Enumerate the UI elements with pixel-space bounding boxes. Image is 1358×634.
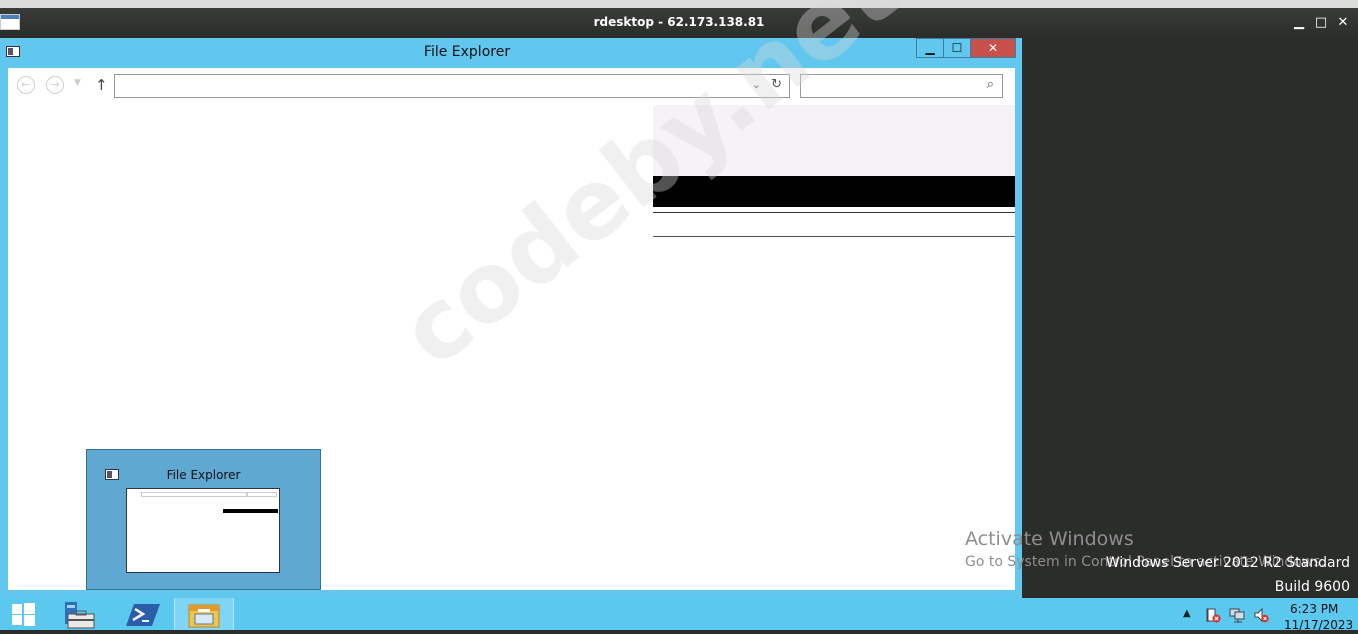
- show-hidden-icons-button[interactable]: ▲: [1183, 608, 1191, 619]
- activation-title: Activate Windows: [965, 528, 1134, 550]
- maximize-button[interactable]: ☐: [943, 38, 971, 58]
- powershell-icon: [126, 604, 160, 626]
- preview-pane-divider: [653, 236, 1015, 237]
- thumbnail-title: File Explorer: [166, 468, 241, 482]
- back-arrow-icon[interactable]: ←: [17, 76, 35, 94]
- preview-pane-divider: [653, 212, 1015, 213]
- remote-desktop-background: [1022, 38, 1358, 598]
- explorer-window-title: File Explorer: [423, 44, 511, 60]
- file-explorer-taskbar-button[interactable]: [174, 598, 234, 630]
- server-manager-icon: [65, 602, 95, 629]
- chevron-down-icon[interactable]: ⌄: [752, 78, 761, 91]
- search-icon[interactable]: ⌕: [987, 77, 994, 92]
- host-menubar: [0, 0, 1358, 8]
- powershell-button[interactable]: [120, 598, 166, 630]
- remote-desktop: File Explorer ▁ ☐ ✕ ← → ▼ ↑ ⌄ ↻ ⌕ File E…: [0, 38, 1022, 598]
- server-manager-button[interactable]: [58, 598, 104, 630]
- close-button[interactable]: ✕: [970, 38, 1016, 58]
- preview-pane-header: [653, 105, 1015, 176]
- refresh-icon[interactable]: ↻: [771, 77, 782, 92]
- address-bar[interactable]: ⌄ ↻: [114, 74, 790, 98]
- rdp-titlebar: rdesktop - 62.173.138.81 ▁ □ ✕: [0, 8, 1358, 38]
- network-icon[interactable]: [1229, 607, 1247, 623]
- action-center-icon[interactable]: [1205, 607, 1221, 623]
- start-button[interactable]: [0, 598, 50, 630]
- file-explorer-window: File Explorer ▁ ☐ ✕ ← → ▼ ↑ ⌄ ↻ ⌕ File E…: [0, 38, 1022, 598]
- thumbnail-preview: [126, 488, 280, 573]
- explorer-titlebar[interactable]: File Explorer ▁ ☐ ✕: [0, 38, 1022, 68]
- thumbnail-address-bar: [141, 492, 247, 497]
- volume-icon[interactable]: [1253, 607, 1269, 623]
- rdp-window-title: rdesktop - 62.173.138.81: [593, 15, 765, 29]
- thumbnail-preview-bar: [223, 509, 278, 513]
- minimize-button[interactable]: ▁: [916, 38, 944, 58]
- rdp-maximize-button[interactable]: □: [1312, 15, 1330, 31]
- thumbnail-search-box: [247, 492, 277, 497]
- navigation-bar: ← → ▼ ↑ ⌄ ↻ ⌕: [8, 68, 1015, 104]
- forward-arrow-icon[interactable]: →: [46, 76, 64, 94]
- os-build: Build 9600: [1274, 579, 1350, 595]
- task-switch-thumbnail[interactable]: File Explorer: [86, 449, 321, 590]
- file-explorer-icon: [188, 604, 220, 628]
- rdp-minimize-button[interactable]: ▁: [1290, 15, 1308, 31]
- os-edition: Windows Server 2012 R2 Standard: [1105, 555, 1350, 571]
- search-input[interactable]: ⌕: [800, 74, 1003, 98]
- history-dropdown-icon[interactable]: ▼: [74, 78, 81, 88]
- rdp-close-button[interactable]: ✕: [1334, 15, 1352, 31]
- clock-time[interactable]: 6:23 PM: [1290, 602, 1338, 616]
- taskbar: ▲ 6:23 PM 11/17/2023: [0, 598, 1358, 632]
- preview-pane-bar: [653, 176, 1015, 207]
- up-arrow-icon[interactable]: ↑: [95, 76, 108, 94]
